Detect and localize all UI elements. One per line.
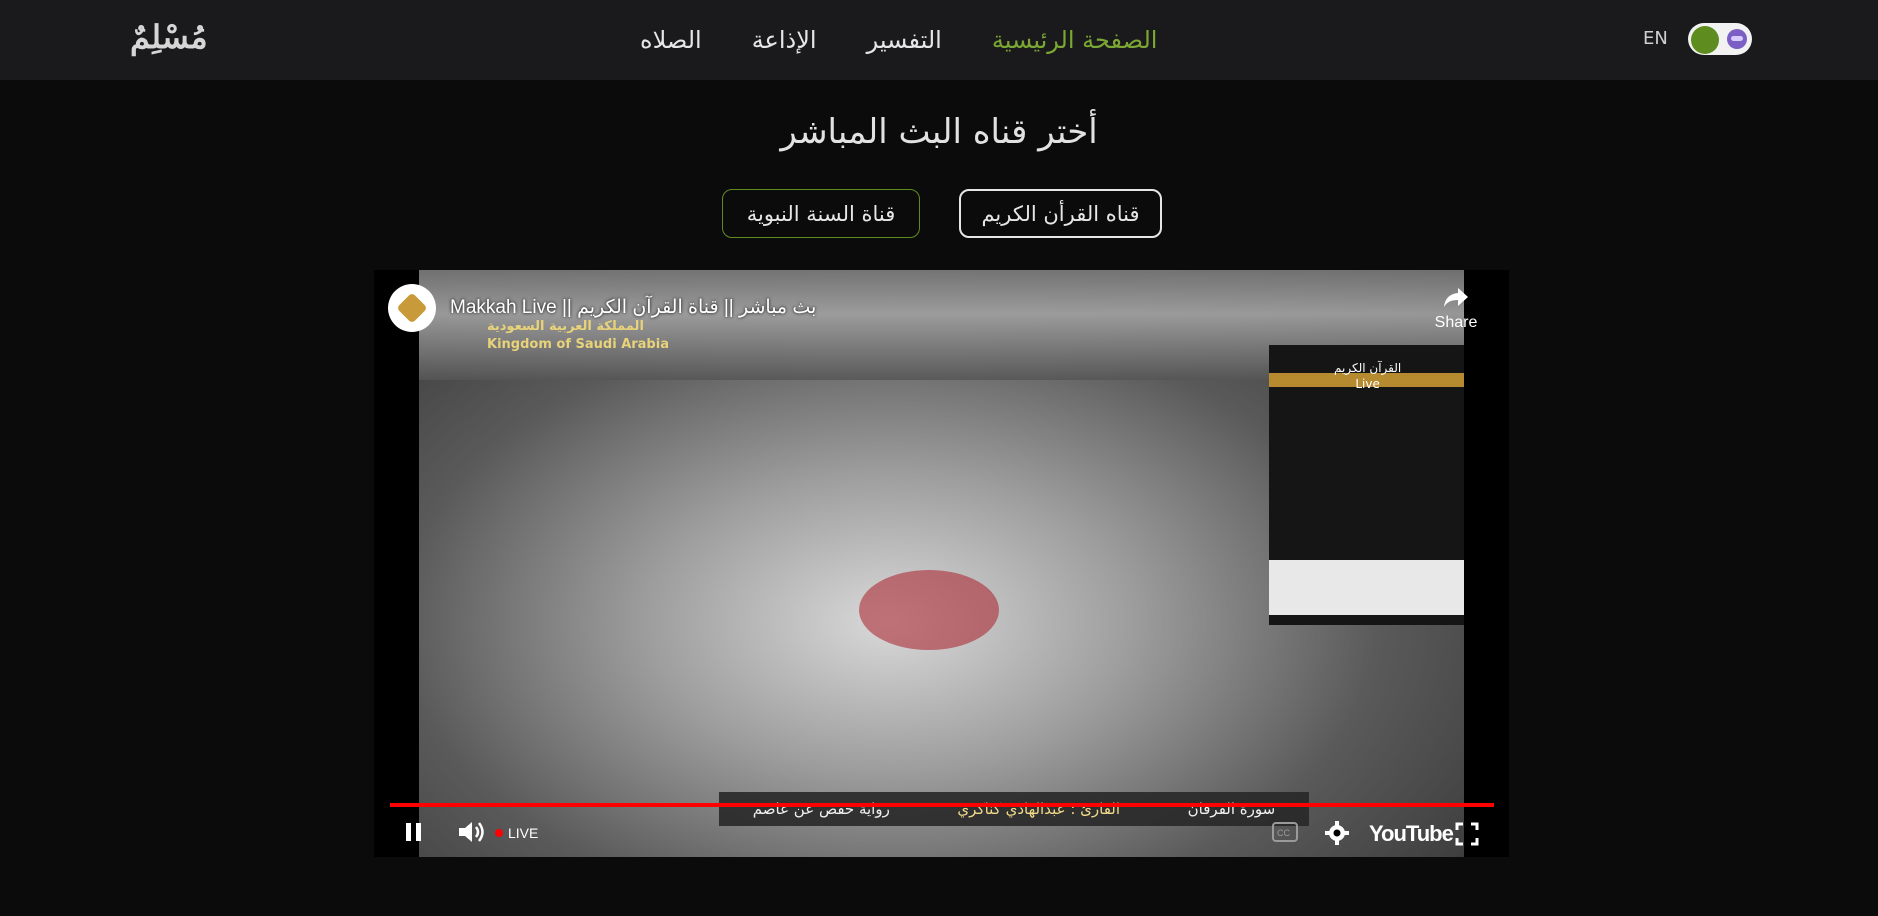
youtube-logo[interactable]: YouTube [1369, 821, 1454, 847]
language-switch[interactable]: EN [1643, 28, 1668, 49]
live-label[interactable]: LIVE [508, 825, 538, 841]
nav-link-home[interactable]: الصفحة الرئيسية [992, 26, 1158, 54]
captions-icon[interactable]: CC [1272, 822, 1298, 842]
settings-icon[interactable] [1324, 820, 1350, 846]
video-title[interactable]: Makkah Live || بث مباشر || قناة القرآن ا… [450, 296, 816, 319]
pause-icon[interactable] [404, 818, 424, 846]
video-frame[interactable]: المملكة العربية السعودية Kingdom of Saud… [419, 270, 1464, 857]
share-label: Share [1434, 314, 1478, 331]
progress-fill [390, 803, 1494, 807]
video-overlay-country: المملكة العربية السعودية Kingdom of Saud… [487, 318, 669, 354]
volume-icon[interactable] [456, 818, 486, 846]
nav-link-prayer[interactable]: الصلاه [640, 26, 702, 54]
country-en: Kingdom of Saudi Arabia [487, 337, 669, 352]
nav-links: الصلاه الإذاعة التفسير الصفحة الرئيسية [640, 0, 1157, 80]
channel-avatar[interactable] [388, 284, 436, 332]
video-player[interactable]: المملكة العربية السعودية Kingdom of Saud… [374, 270, 1509, 857]
video-overlay-brand: القرآن الكريم Live [1334, 360, 1401, 392]
video-scene-crowd [859, 570, 999, 650]
brand-en: Live [1355, 377, 1380, 391]
fullscreen-icon[interactable] [1455, 822, 1479, 846]
share-icon [1444, 288, 1468, 307]
toggle-knob [1691, 26, 1719, 54]
quran-channel-button[interactable]: قناه القرأن الكريم [959, 189, 1162, 238]
sunnah-channel-button[interactable]: قناة السنة النبوية [722, 189, 920, 238]
live-dot [495, 829, 503, 837]
theme-toggle[interactable] [1688, 23, 1752, 55]
moon-icon [1727, 29, 1747, 49]
svg-text:CC: CC [1277, 828, 1290, 838]
progress-bar[interactable] [390, 803, 1494, 807]
site-logo[interactable]: مُسْلِمٌ [130, 18, 208, 56]
brand-ar: القرآن الكريم [1334, 361, 1402, 375]
player-controls: LIVE CC YouTube [374, 810, 1509, 857]
share-button[interactable]: Share [1426, 286, 1486, 332]
nav-link-radio[interactable]: الإذاعة [752, 26, 817, 54]
navbar: مُسْلِمٌ الصلاه الإذاعة التفسير الصفحة ا… [0, 0, 1878, 80]
nav-link-tafsir[interactable]: التفسير [867, 26, 942, 54]
country-ar: المملكة العربية السعودية [487, 319, 644, 334]
page-title: أختر قناه البث المباشر [780, 112, 1098, 152]
